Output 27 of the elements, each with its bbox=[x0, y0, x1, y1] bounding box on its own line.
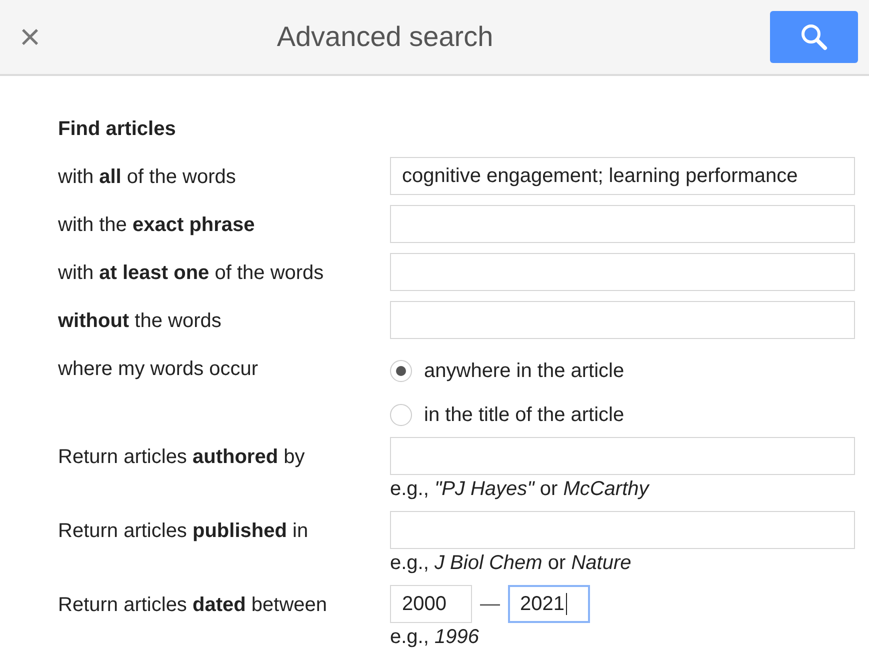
range-dash: — bbox=[480, 592, 500, 616]
search-icon bbox=[799, 22, 829, 52]
field-label: with the exact phrase bbox=[58, 213, 256, 237]
input-field[interactable]: 2021 bbox=[508, 585, 590, 623]
field-label: Return articles dated between bbox=[58, 593, 328, 617]
field-label: with all of the words bbox=[58, 165, 237, 189]
input-field[interactable] bbox=[390, 301, 855, 339]
field-label: where my words occur bbox=[58, 357, 260, 381]
close-button[interactable]: × bbox=[0, 19, 60, 55]
field-hint: e.g., 1996 bbox=[390, 626, 480, 649]
input-field[interactable] bbox=[390, 511, 855, 549]
input-field[interactable] bbox=[390, 253, 855, 291]
field-label: Return articles published in bbox=[58, 519, 310, 543]
input-field[interactable]: 2000 bbox=[390, 585, 472, 623]
input-field[interactable] bbox=[390, 205, 855, 243]
field-label: Return articles authored by bbox=[58, 445, 306, 469]
field-label: with at least one of the words bbox=[58, 261, 325, 285]
radio-option[interactable]: anywhere in the article bbox=[390, 349, 624, 393]
search-button[interactable] bbox=[770, 11, 858, 63]
input-field[interactable]: cognitive engagement; learning performance bbox=[390, 157, 855, 195]
section-title: Find articles bbox=[58, 118, 177, 141]
field-label: without the words bbox=[58, 309, 222, 333]
radio-option[interactable]: in the title of the article bbox=[390, 393, 624, 437]
field-hint: e.g., "PJ Hayes" or McCarthy bbox=[390, 478, 650, 501]
input-field[interactable] bbox=[390, 437, 855, 475]
dialog-title: Advanced search bbox=[276, 21, 494, 53]
field-hint: e.g., J Biol Chem or Nature bbox=[390, 552, 632, 575]
